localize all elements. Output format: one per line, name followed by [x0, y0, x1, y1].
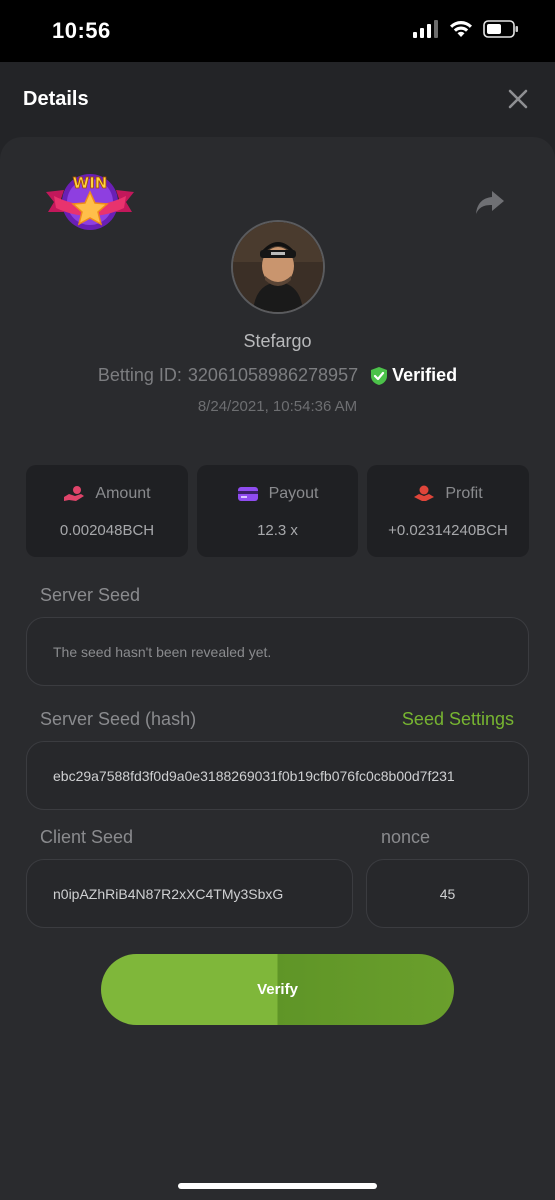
- server-seed-hash-label: Server Seed (hash): [40, 709, 197, 729]
- stat-profit-value: +0.02314240BCH: [388, 522, 508, 539]
- avatar: [231, 220, 325, 314]
- battery-icon: [483, 20, 518, 38]
- status-time: 10:56: [52, 18, 111, 43]
- client-seed-field[interactable]: n0ipAZhRiB4N87R2xXC4TMy3SbxG: [26, 859, 353, 928]
- share-icon[interactable]: [474, 188, 506, 216]
- stat-payout-value: 12.3 x: [257, 522, 298, 539]
- close-icon[interactable]: [507, 88, 529, 110]
- stat-profit-label: Profit: [445, 485, 483, 502]
- wifi-icon: [450, 21, 472, 37]
- verified-badge: Verified: [370, 365, 457, 386]
- page-title: Details: [23, 88, 89, 110]
- username: Stefargo: [243, 331, 312, 351]
- seed-settings-link[interactable]: Seed Settings: [402, 709, 514, 730]
- verify-button[interactable]: Verify: [101, 954, 454, 1025]
- stat-profit: Profit +0.02314240BCH: [367, 465, 529, 557]
- home-indicator: [178, 1183, 377, 1189]
- stat-amount-label: Amount: [95, 485, 151, 502]
- bet-timestamp: 8/24/2021, 10:54:36 AM: [197, 398, 358, 415]
- stat-payout: Payout 12.3 x: [197, 465, 358, 557]
- betting-id-label: Betting ID:: [97, 365, 182, 385]
- status-bar: 10:56: [0, 0, 555, 62]
- verified-label: Verified: [392, 365, 458, 385]
- betting-id-value: 32061058986278957: [187, 365, 359, 385]
- client-seed-label: Client Seed: [40, 827, 134, 847]
- stat-payout-label: Payout: [268, 485, 319, 502]
- server-seed-field: The seed hasn't been revealed yet.: [26, 617, 529, 686]
- shield-check-icon: [371, 366, 388, 385]
- server-seed-hash-field[interactable]: ebc29a7588fd3f0d9a0e3188269031f0b19cfb07…: [26, 741, 529, 810]
- coins-hand-icon: [64, 486, 85, 501]
- win-badge-icon: WIN: [46, 174, 134, 230]
- avatar-image: [233, 222, 323, 312]
- signal-icon: [413, 20, 438, 38]
- betting-id-line: Betting ID: 32061058986278957 Verified: [0, 365, 555, 386]
- stat-amount: Amount 0.002048BCH: [26, 465, 188, 557]
- win-badge-text: WIN: [73, 174, 108, 192]
- status-icons: [413, 20, 519, 38]
- header: Details: [0, 62, 555, 138]
- nonce-field[interactable]: 45: [366, 859, 529, 928]
- server-seed-label: Server Seed: [40, 585, 141, 605]
- money-hand-icon: [414, 485, 435, 501]
- stat-amount-value: 0.002048BCH: [59, 522, 155, 539]
- card-icon: [237, 487, 258, 501]
- nonce-label: nonce: [381, 827, 431, 847]
